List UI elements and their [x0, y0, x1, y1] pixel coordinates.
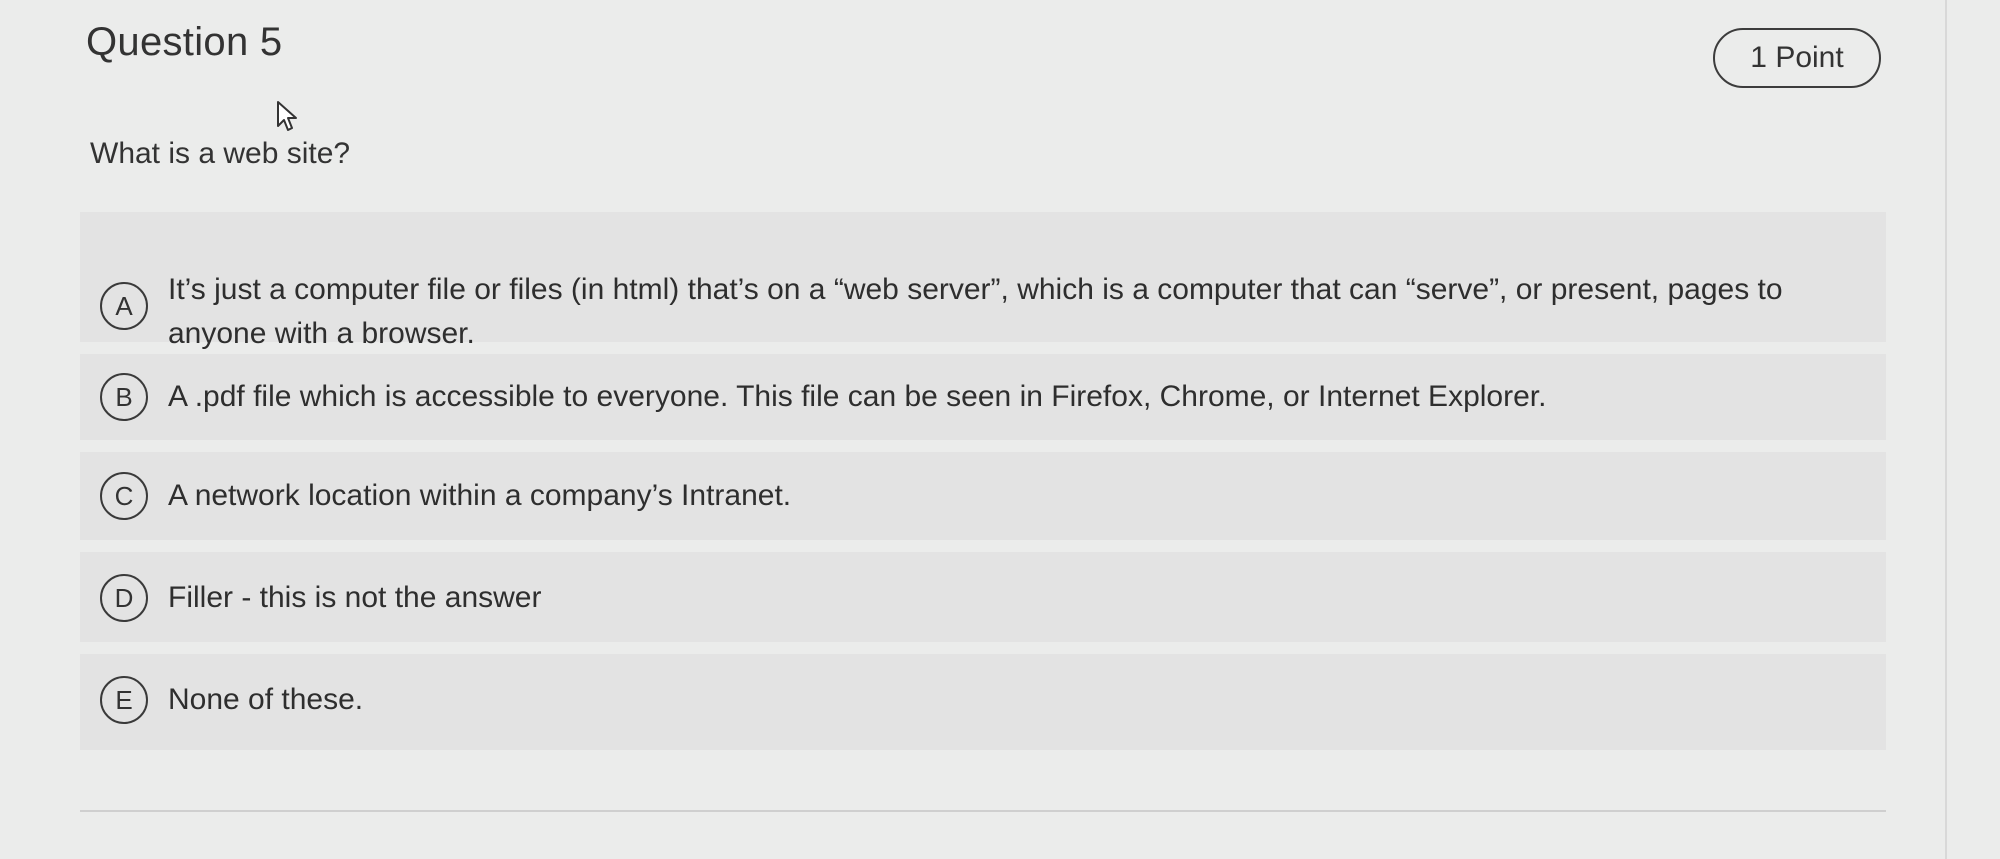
section-divider — [80, 810, 1886, 812]
points-badge: 1 Point — [1713, 28, 1881, 88]
option-e-letter[interactable]: E — [100, 676, 148, 724]
option-e-text: None of these. — [168, 683, 364, 716]
option-b-letter[interactable]: B — [100, 373, 148, 421]
option-a[interactable]: A It’s just a computer file or files (in… — [80, 212, 1886, 350]
option-a-letter[interactable]: A — [100, 282, 148, 330]
option-d-letter[interactable]: D — [100, 574, 148, 622]
option-c[interactable]: C A network location within a company’s … — [80, 452, 1886, 540]
option-d[interactable]: D Filler - this is not the answer — [80, 552, 1886, 642]
question-title: Question 5 — [86, 20, 283, 64]
option-c-letter[interactable]: C — [100, 472, 148, 520]
option-b-text: A .pdf file which is accessible to every… — [168, 380, 1547, 413]
answer-options: A It’s just a computer file or files (in… — [80, 212, 1886, 762]
option-b[interactable]: B A .pdf file which is accessible to eve… — [80, 354, 1886, 440]
option-a-text: It’s just a computer file or files (in h… — [168, 273, 1783, 350]
option-d-text: Filler - this is not the answer — [168, 581, 542, 614]
option-c-text: A network location within a company’s In… — [168, 479, 792, 512]
option-e[interactable]: E None of these. — [80, 654, 1886, 750]
scrollbar-track[interactable] — [1945, 0, 1947, 859]
mouse-pointer-icon — [277, 101, 297, 131]
question-prompt: What is a web site? — [90, 137, 351, 170]
